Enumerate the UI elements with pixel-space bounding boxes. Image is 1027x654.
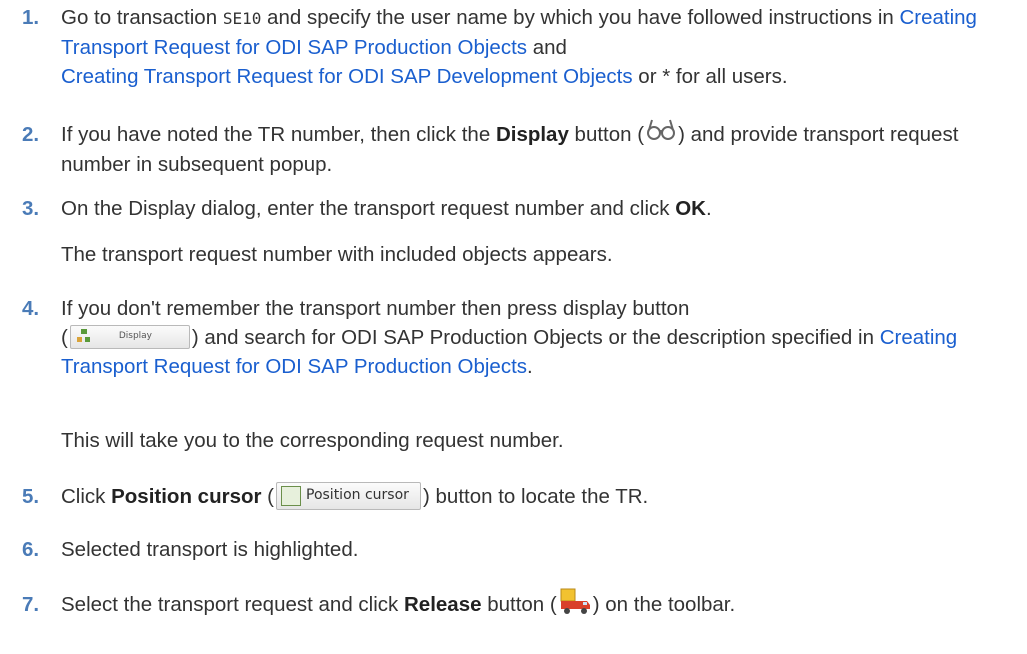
step-text: If you have noted the TR number, then cl…: [61, 119, 1012, 179]
display-glasses-icon: [646, 116, 676, 144]
text-run: .: [705, 197, 712, 220]
step-number: 3.: [22, 197, 40, 220]
step-number: 2.: [22, 123, 40, 146]
release-label: Release: [404, 593, 482, 616]
step-number: 4.: [22, 297, 40, 320]
hierarchy-icon: [76, 328, 90, 342]
release-truck-icon: [559, 588, 591, 616]
step-number: 5.: [22, 485, 40, 508]
text-run: On the Display dialog, enter the transpo…: [61, 197, 676, 220]
transaction-code: SE10: [222, 9, 262, 28]
text-run: or * for all users.: [632, 65, 788, 88]
text-run: ) and search for ODI SAP Production Obje…: [191, 326, 880, 349]
position-cursor-icon: [281, 485, 301, 506]
text-run: and: [527, 36, 567, 59]
display-button-image: Display: [69, 324, 190, 349]
position-cursor-button-label: Position cursor: [306, 486, 409, 503]
step-3-note: The transport request number with includ…: [61, 243, 613, 266]
text-run: button (: [481, 593, 557, 616]
text-run: button (: [568, 123, 645, 146]
step-text: Selected transport is highlighted.: [61, 535, 1012, 564]
step-text: If you don't remember the transport numb…: [61, 294, 1012, 381]
text-run: Selected transport is highlighted.: [61, 538, 359, 561]
step-5: 5. Click Position cursor (Position curso…: [22, 481, 1012, 512]
step-2: 2. If you have noted the TR number, then…: [22, 119, 1012, 179]
step-number: 7.: [22, 593, 40, 616]
step-number: 6.: [22, 538, 40, 561]
step-6: 6. Selected transport is highlighted.: [22, 535, 1012, 564]
step-4-note: This will take you to the corresponding …: [61, 429, 564, 452]
ok-label: OK: [675, 197, 706, 220]
step-3: 3. On the Display dialog, enter the tran…: [22, 194, 1012, 223]
text-run: (: [61, 326, 68, 349]
text-run: ) on the toolbar.: [592, 593, 736, 616]
step-text: On the Display dialog, enter the transpo…: [61, 194, 1012, 223]
text-run: (: [261, 485, 274, 508]
display-button-label: Display: [118, 330, 153, 341]
step-number: 1.: [22, 6, 40, 29]
step-text: Select the transport request and click R…: [61, 588, 1012, 620]
step-text: Click Position cursor (Position cursor) …: [61, 481, 1012, 512]
step-1: 1. Go to transaction SE10 and specify th…: [22, 3, 1012, 91]
text-run: Select the transport request and click: [61, 593, 404, 616]
text-run: ) button to locate the TR.: [423, 485, 649, 508]
position-cursor-label: Position cursor: [111, 485, 262, 508]
step-4: 4. If you don't remember the transport n…: [22, 294, 1012, 381]
text-run: If you don't remember the transport numb…: [61, 297, 690, 320]
text-run: .: [527, 355, 533, 378]
text-run: and specify the user name by which you h…: [261, 6, 900, 29]
link-development-objects[interactable]: Creating Transport Request for ODI SAP D…: [61, 65, 633, 88]
text-run: Click: [61, 485, 112, 508]
display-label: Display: [495, 123, 569, 146]
step-text: Go to transaction SE10 and specify the u…: [61, 3, 1012, 91]
position-cursor-button-image: Position cursor: [276, 481, 421, 510]
text-run: Go to transaction: [61, 6, 223, 29]
step-7: 7. Select the transport request and clic…: [22, 588, 1012, 620]
text-run: If you have noted the TR number, then cl…: [61, 123, 496, 146]
